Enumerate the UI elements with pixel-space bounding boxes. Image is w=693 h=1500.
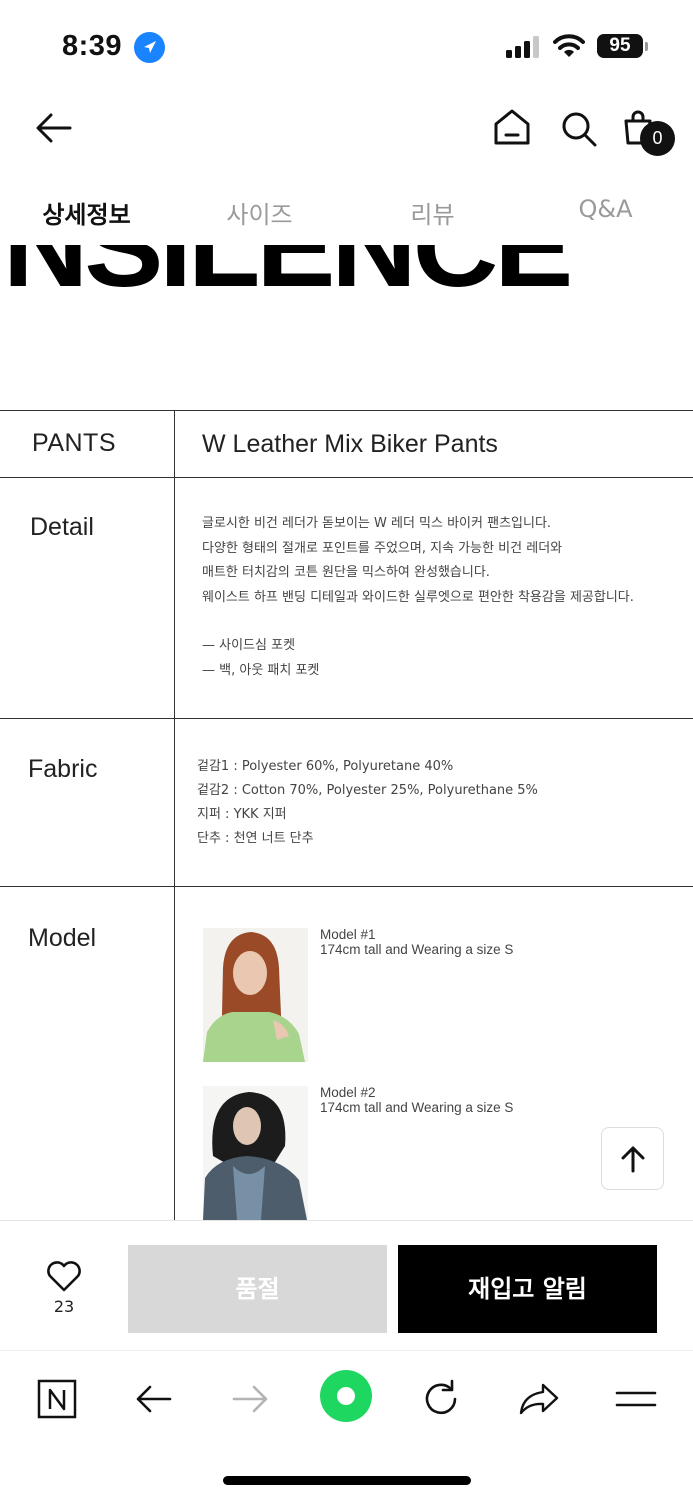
fabric-row: Fabric 겉감1 : Polyester 60%, Polyuretane …: [0, 718, 693, 887]
tab-bar: 상세정보 사이즈 리뷰 Q&A: [0, 195, 693, 245]
tab-reviews[interactable]: 리뷰: [346, 195, 519, 230]
model-1-caption: Model #1 174cm tall and Wearing a size S: [320, 927, 513, 957]
home-icon: [494, 109, 530, 145]
model-2-image: [203, 1086, 308, 1220]
model-row: Model Model #1 174cm tall and Wearing a …: [0, 886, 693, 1220]
tab-details[interactable]: 상세정보: [0, 195, 173, 230]
reload-button[interactable]: [415, 1373, 467, 1425]
cart-count-badge: 0: [640, 121, 675, 156]
model-2-caption: Model #2 174cm tall and Wearing a size S: [320, 1085, 513, 1115]
menu-icon: [615, 1391, 657, 1407]
column-divider: [174, 719, 175, 887]
model-1-image: [203, 928, 308, 1062]
menu-button[interactable]: [610, 1373, 662, 1425]
arrow-up-icon: [621, 1146, 645, 1173]
fabric-line: 겉감2 : Cotton 70%, Polyester 25%, Polyure…: [197, 783, 538, 798]
product-detail-content[interactable]: INSILENCE PANTS W Leather Mix Biker Pant…: [0, 245, 693, 1220]
fabric-line: 지퍼 : YKK 지퍼: [197, 807, 287, 822]
n-logo-icon: [37, 1379, 77, 1419]
location-arrow-icon: [134, 32, 165, 63]
restock-alert-button[interactable]: 재입고 알림: [398, 1245, 657, 1333]
model-2-title: Model #2: [320, 1085, 376, 1100]
tab-size[interactable]: 사이즈: [173, 195, 346, 230]
model-label: Model: [28, 924, 97, 952]
detail-bullet: — 사이드심 포켓: [202, 638, 296, 653]
soldout-button[interactable]: 품절: [128, 1245, 387, 1333]
wifi-icon: [553, 34, 585, 57]
like-button[interactable]: 23: [40, 1259, 88, 1319]
detail-line: 다양한 형태의 절개로 포인트를 주었으며, 지속 가능한 비건 레더와: [202, 540, 563, 556]
fabric-label: Fabric: [28, 755, 98, 783]
purchase-bar: 23 품절 재입고 알림: [0, 1220, 693, 1350]
share-button[interactable]: [513, 1373, 565, 1425]
fabric-composition: 겉감1 : Polyester 60%, Polyuretane 40% 겉감2…: [197, 755, 538, 851]
model-1-title: Model #1: [320, 927, 376, 942]
search-icon: [562, 112, 597, 147]
browser-back-button[interactable]: [128, 1373, 180, 1425]
detail-description: 글로시한 비건 레더가 돋보이는 W 레더 믹스 바이커 팬츠입니다. 다양한 …: [202, 512, 634, 683]
home-indicator: [223, 1476, 471, 1485]
reload-icon: [425, 1379, 457, 1415]
back-button[interactable]: [34, 110, 74, 146]
cellular-signal-icon: [506, 36, 539, 58]
detail-row: Detail 글로시한 비건 레더가 돋보이는 W 레더 믹스 바이커 팬츠입니…: [0, 477, 693, 719]
share-icon: [519, 1383, 559, 1415]
status-time: 8:39: [62, 30, 123, 62]
back-arrow-icon: [136, 1385, 172, 1413]
product-category: PANTS: [32, 429, 116, 457]
brand-logo-text: INSILENCE: [0, 245, 573, 297]
product-name: W Leather Mix Biker Pants: [202, 430, 498, 458]
scroll-to-top-button[interactable]: [601, 1127, 664, 1190]
brand-banner: INSILENCE: [0, 245, 693, 297]
model-2-photo[interactable]: [203, 1086, 308, 1220]
battery-level: 95: [597, 34, 643, 58]
column-divider: [174, 478, 175, 719]
heart-icon: [47, 1261, 81, 1292]
column-divider: [174, 887, 175, 1220]
model-2-info: 174cm tall and Wearing a size S: [320, 1100, 514, 1115]
fabric-line: 단추 : 천연 너트 단추: [197, 831, 314, 846]
search-button[interactable]: [560, 110, 598, 148]
model-1-info: 174cm tall and Wearing a size S: [320, 942, 514, 957]
detail-label: Detail: [30, 513, 94, 541]
fabric-line: 겉감1 : Polyester 60%, Polyuretane 40%: [197, 759, 454, 774]
detail-line: 매트한 터치감의 코튼 원단을 믹스하여 완성했습니다.: [202, 565, 490, 580]
back-arrow-icon: [36, 113, 72, 143]
column-divider: [174, 411, 175, 478]
home-button[interactable]: [492, 108, 532, 146]
green-dot-icon: [320, 1370, 372, 1422]
model-1-photo[interactable]: [203, 928, 308, 1062]
detail-line: 웨이스트 하프 밴딩 디테일과 와이드한 실루엣으로 편안한 착용감을 제공합니…: [202, 589, 634, 605]
detail-bullet: — 백, 아웃 패치 포켓: [202, 662, 320, 678]
naver-home-button[interactable]: [31, 1373, 83, 1425]
forward-arrow-icon: [232, 1385, 268, 1413]
like-count: 23: [53, 1297, 75, 1316]
status-bar: 8:39 95: [0, 0, 693, 92]
browser-forward-button[interactable]: [224, 1373, 276, 1425]
battery-tip: [645, 42, 648, 51]
detail-line: 글로시한 비건 레더가 돋보이는 W 레더 믹스 바이커 팬츠입니다.: [202, 516, 552, 531]
product-name-row: PANTS W Leather Mix Biker Pants: [0, 410, 693, 478]
green-dot-button[interactable]: [319, 1369, 373, 1423]
tab-qna[interactable]: Q&A: [519, 195, 692, 223]
